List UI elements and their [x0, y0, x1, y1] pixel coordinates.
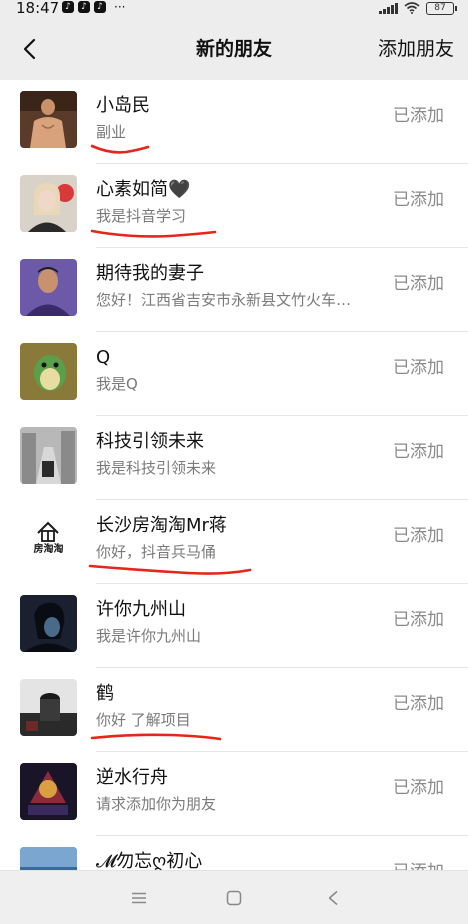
tiktok-icon: ♪: [94, 1, 106, 13]
friend-name: 期待我的妻子: [96, 263, 204, 284]
signal-icon: [379, 2, 398, 14]
avatar[interactable]: [20, 343, 77, 400]
tiktok-icon: ♪: [78, 1, 90, 13]
navigation-bar: [0, 870, 468, 924]
status-bar: 18:47 ♪ ♪ ♪ ··· 87: [0, 0, 468, 18]
friend-request-row[interactable]: 逆水行舟 请求添加你为朋友 已添加: [0, 752, 468, 836]
wifi-icon: [404, 2, 420, 14]
friend-name: 心素如简🖤: [96, 179, 191, 200]
added-status: 已添加: [393, 860, 444, 870]
notification-icons: ♪ ♪ ♪ ···: [62, 1, 125, 13]
tiktok-icon: ♪: [62, 1, 74, 13]
friend-message: 你好，抖音兵马俑: [96, 543, 217, 561]
battery-indicator: 87: [426, 1, 457, 15]
add-friend-button[interactable]: 添加朋友: [378, 37, 454, 61]
friend-request-row[interactable]: 小岛民 副业 已添加: [0, 80, 468, 164]
friend-request-row[interactable]: 科技引领未来 我是科技引领未来 已添加: [0, 416, 468, 500]
red-underline-annotation: [90, 229, 217, 238]
friend-message: 我是许你九州山: [96, 627, 202, 645]
friend-message: 副业: [96, 123, 127, 141]
system-back-button[interactable]: [318, 883, 348, 913]
header: 新的朋友 添加朋友: [0, 18, 468, 80]
friend-name: 许你九州山: [96, 599, 186, 620]
friend-name: 𝓜勿忘ღ初心: [96, 851, 203, 870]
friend-request-list: 小岛民 副业 已添加 心素如简🖤 我是抖音学习 已添加 期待我的妻子 您好！江西…: [0, 80, 468, 870]
friend-message: 您好！江西省吉安市永新县文竹火车…: [96, 291, 352, 309]
avatar-logo-text: 房淘淘: [33, 544, 64, 555]
added-status: 已添加: [393, 274, 444, 294]
avatar[interactable]: [20, 427, 77, 484]
red-underline-annotation: [90, 144, 150, 154]
home-button[interactable]: [219, 883, 249, 913]
friend-name: 鹤: [96, 683, 114, 704]
added-status: 已添加: [393, 358, 444, 378]
friend-message: 请求添加你为朋友: [96, 795, 217, 813]
back-button[interactable]: [12, 32, 46, 66]
square-home-icon: [226, 890, 242, 906]
more-notifications-indicator: ···: [114, 0, 126, 14]
friend-request-row[interactable]: 许你九州山 我是许你九州山 已添加: [0, 584, 468, 668]
friend-message: 你好 了解项目: [96, 711, 191, 729]
friend-request-row[interactable]: 鹤 你好 了解项目 已添加: [0, 668, 468, 752]
added-status: 已添加: [393, 610, 444, 630]
friend-request-row[interactable]: 𝓜勿忘ღ初心 已添加: [0, 836, 468, 870]
avatar[interactable]: [20, 763, 77, 820]
avatar[interactable]: [20, 259, 77, 316]
menu-button[interactable]: [124, 883, 154, 913]
friend-request-row[interactable]: Q 我是Q 已添加: [0, 332, 468, 416]
avatar[interactable]: [20, 679, 77, 736]
added-status: 已添加: [393, 442, 444, 462]
friend-message: 我是科技引领未来: [96, 459, 217, 477]
friend-name: 逆水行舟: [96, 767, 168, 788]
chevron-left-icon: [23, 38, 36, 60]
friend-message: 我是Q: [96, 375, 138, 393]
red-underline-annotation: [88, 564, 252, 575]
friend-name: 科技引领未来: [96, 431, 204, 452]
friend-name: 小岛民: [96, 95, 150, 116]
avatar[interactable]: [20, 595, 77, 652]
avatar[interactable]: 房淘淘: [20, 511, 77, 568]
friend-request-row[interactable]: 心素如简🖤 我是抖音学习 已添加: [0, 164, 468, 248]
added-status: 已添加: [393, 694, 444, 714]
avatar[interactable]: [20, 91, 77, 148]
system-indicators: 87: [379, 0, 457, 16]
friend-request-row[interactable]: 期待我的妻子 您好！江西省吉安市永新县文竹火车… 已添加: [0, 248, 468, 332]
friend-name: Q: [96, 347, 111, 368]
friend-request-row[interactable]: 房淘淘 长沙房淘淘Mr蒋 你好，抖音兵马俑 已添加: [0, 500, 468, 584]
friend-message: 我是抖音学习: [96, 207, 187, 225]
status-time: 18:47: [16, 0, 60, 17]
added-status: 已添加: [393, 106, 444, 126]
menu-icon: [132, 892, 146, 904]
added-status: 已添加: [393, 190, 444, 210]
avatar[interactable]: [20, 175, 77, 232]
friend-name: 长沙房淘淘Mr蒋: [96, 515, 227, 536]
avatar[interactable]: [20, 847, 77, 870]
triangle-back-icon: [328, 890, 338, 906]
added-status: 已添加: [393, 778, 444, 798]
red-underline-annotation: [90, 733, 222, 741]
added-status: 已添加: [393, 526, 444, 546]
